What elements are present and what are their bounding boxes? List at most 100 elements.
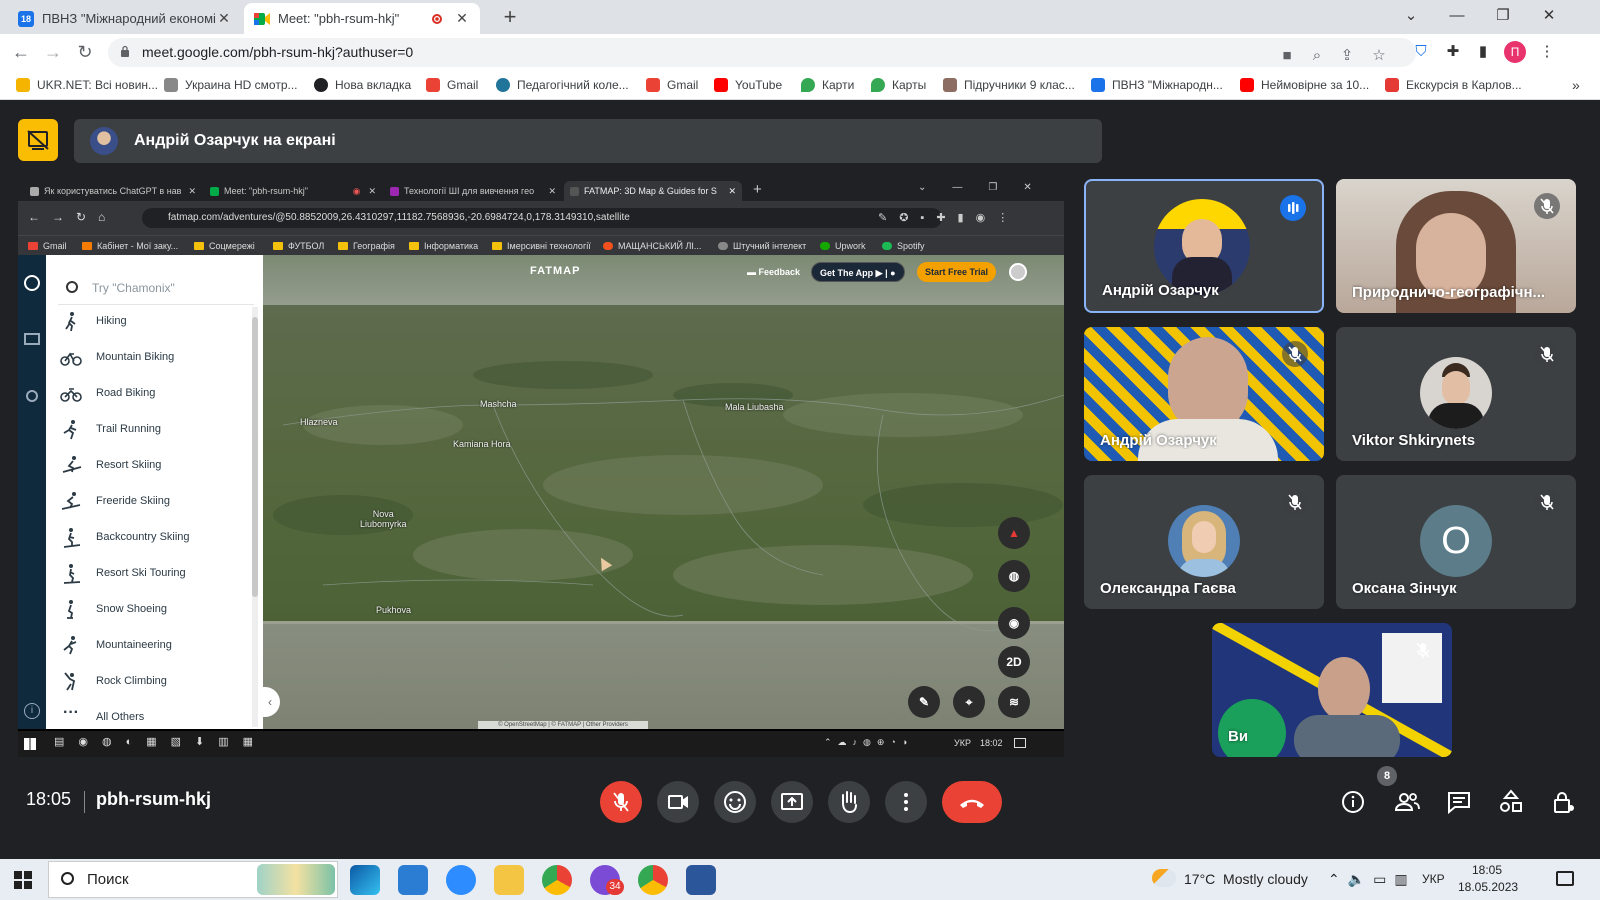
windows-start-icon[interactable] <box>14 871 32 889</box>
participant-tile-andrii-video[interactable]: Андрій Озарчук <box>1084 327 1324 461</box>
system-tray-icons[interactable]: ⌃🔈▭▥ <box>1328 859 1416 900</box>
edge-app-icon[interactable] <box>350 865 380 895</box>
globe-view-icon[interactable]: ◍ <box>998 560 1030 592</box>
store-app-icon[interactable] <box>398 865 428 895</box>
activity-freeride-skiing[interactable]: Freeride Skiing <box>60 483 170 519</box>
camera-toggle-button[interactable] <box>657 781 699 823</box>
layers-icon[interactable]: ≋ <box>998 686 1030 718</box>
menu-kebab-icon[interactable]: ⋮ <box>1538 43 1556 61</box>
activity-mountain-biking[interactable]: Mountain Biking <box>60 339 174 375</box>
fatmap-logo[interactable]: FATMAP <box>530 265 580 277</box>
activity-trail-running[interactable]: Trail Running <box>60 411 161 447</box>
viber-app-icon[interactable]: 34 <box>590 865 624 895</box>
host-controls-button[interactable] <box>1546 785 1580 819</box>
more-options-button[interactable] <box>885 781 927 823</box>
satellite-terrain-map[interactable] <box>263 255 1064 729</box>
meeting-details-button[interactable] <box>1336 785 1370 819</box>
activity-mountaineering[interactable]: Mountaineering <box>60 627 172 663</box>
minimize-button[interactable]: — <box>1434 0 1480 32</box>
participant-tile-andrii-avatar[interactable]: Андрій Озарчук <box>1084 179 1324 313</box>
zoom-icon[interactable]: ⌕ <box>1308 47 1326 65</box>
activity-rock-climbing[interactable]: Rock Climbing <box>60 663 167 699</box>
maximize-button[interactable]: ❐ <box>1480 0 1526 32</box>
activity-snow-shoeing[interactable]: Snow Shoeing <box>60 591 167 627</box>
word-app-icon[interactable] <box>686 865 716 895</box>
notification-center-icon[interactable] <box>1556 871 1574 886</box>
bookmark-ukraina-hd[interactable]: Украина HD смотр... <box>164 70 298 100</box>
weather-text[interactable]: 17°C Mostly cloudy <box>1184 859 1308 900</box>
bookmark-pvnz[interactable]: ПВНЗ "Міжнародн... <box>1091 70 1223 100</box>
bookmark-gmail-2[interactable]: Gmail <box>646 70 698 100</box>
address-bar[interactable]: meet.google.com/pbh-rsum-hkj?authuser=0 … <box>108 38 1416 67</box>
bookmark-textbooks[interactable]: Підручники 9 клас... <box>943 70 1075 100</box>
mic-toggle-button[interactable] <box>600 781 642 823</box>
tab-search-icon[interactable]: ⌄ <box>1388 0 1434 32</box>
bookmarks-more-icon[interactable]: » <box>1572 70 1580 100</box>
share-icon[interactable]: ⇪ <box>1338 47 1356 65</box>
camera-indicator-icon[interactable]: ■ <box>1278 47 1296 65</box>
activity-backcountry-skiing[interactable]: Backcountry Skiing <box>60 519 190 555</box>
taskbar-time[interactable]: 18:05 <box>1472 863 1502 877</box>
panel-scrollbar[interactable] <box>252 307 258 727</box>
bookmark-gmail[interactable]: Gmail <box>426 70 478 100</box>
activity-resort-ski-touring[interactable]: Resort Ski Touring <box>60 555 186 591</box>
chrome-profile-app-icon[interactable] <box>638 865 668 895</box>
bookmark-ukrnet[interactable]: UKR.NET: Всі новин... <box>16 70 158 100</box>
profile-avatar[interactable]: П <box>1504 41 1526 63</box>
reactions-button[interactable] <box>714 781 756 823</box>
draw-pencil-icon[interactable]: ✎ <box>908 686 940 718</box>
chat-button[interactable] <box>1442 785 1476 819</box>
activity-road-biking[interactable]: Road Biking <box>60 375 155 411</box>
location-search[interactable]: Try "Chamonix" <box>58 271 254 305</box>
chrome-app-icon[interactable] <box>542 865 572 895</box>
locate-me-icon[interactable]: ◉ <box>998 607 1030 639</box>
close-window-button[interactable]: ✕ <box>1526 0 1572 32</box>
side-panel-icon[interactable]: ▮ <box>1474 43 1492 61</box>
browser-tab-pvnz[interactable]: 18 ПВНЗ "Міжнародний економіко ✕ <box>8 3 242 34</box>
bookmark-excursion[interactable]: Екскурсія в Карлов... <box>1385 70 1522 100</box>
activity-all-others[interactable]: ··· All Others <box>60 699 144 729</box>
activities-button[interactable] <box>1494 785 1528 819</box>
raise-hand-button[interactable] <box>828 781 870 823</box>
self-view-tile[interactable]: Ви <box>1212 623 1452 757</box>
people-button[interactable] <box>1390 785 1424 819</box>
tab-close-icon[interactable]: ✕ <box>216 10 232 27</box>
compass-icon[interactable]: ▲ <box>998 517 1030 549</box>
browser-tab-meet[interactable]: Meet: "pbh-rsum-hkj" ✕ <box>244 3 480 34</box>
taskbar-search[interactable]: Поиск <box>48 861 338 898</box>
extensions-puzzle-icon[interactable]: ✚ <box>1444 43 1462 61</box>
participant-tile-oleksandra[interactable]: Олександра Гаєва <box>1084 475 1324 609</box>
shared-screen[interactable]: Як користуватись ChatGPT в нав ✕ Meet: "p… <box>18 179 1064 757</box>
leave-call-button[interactable] <box>942 781 1002 823</box>
zoom-app-icon[interactable] <box>446 865 476 895</box>
get-app-button[interactable]: Get The App ▶ | ● <box>811 262 905 282</box>
file-explorer-icon[interactable] <box>494 865 524 895</box>
bookmark-star-icon[interactable]: ☆ <box>1370 47 1388 65</box>
bookmark-maps-ua[interactable]: Карти <box>801 70 854 100</box>
account-avatar[interactable] <box>1009 263 1027 281</box>
bookmark-incredible[interactable]: Неймовірне за 10... <box>1240 70 1369 100</box>
new-tab-button[interactable]: + <box>496 4 524 30</box>
forward-arrow-icon[interactable]: → <box>41 40 65 64</box>
participant-tile-viktor[interactable]: Viktor Shkirynets <box>1336 327 1576 461</box>
input-language[interactable]: УКР <box>1422 859 1445 900</box>
bookmark-pedagogical[interactable]: Педагогічний коле... <box>496 70 629 100</box>
reload-icon[interactable]: ↻ <box>73 40 97 64</box>
participant-tile-geography[interactable]: Природничо-географічн... <box>1336 179 1576 313</box>
bookmark-new-tab[interactable]: Нова вкладка <box>314 70 411 100</box>
activity-resort-skiing[interactable]: Resort Skiing <box>60 447 161 483</box>
toggle-2d-button[interactable]: 2D <box>998 646 1030 678</box>
stop-presenting-icon[interactable] <box>18 119 58 161</box>
start-free-trial-button[interactable]: Start Free Trial <box>917 262 997 282</box>
back-arrow-icon[interactable]: ← <box>9 40 33 64</box>
present-screen-button[interactable] <box>771 781 813 823</box>
activity-hiking[interactable]: Hiking <box>60 303 127 339</box>
feedback-button[interactable]: ▬ Feedback <box>739 262 808 282</box>
tab-close-icon[interactable]: ✕ <box>454 10 470 27</box>
add-pin-icon[interactable]: ⌖ <box>953 686 985 718</box>
participant-tile-oksana[interactable]: О Оксана Зінчук <box>1336 475 1576 609</box>
shield-extension-icon[interactable]: ⛉ <box>1412 43 1430 61</box>
taskbar-date[interactable]: 18.05.2023 <box>1458 880 1518 894</box>
bookmark-youtube[interactable]: YouTube <box>714 70 782 100</box>
bookmark-maps-ru[interactable]: Карты <box>871 70 926 100</box>
